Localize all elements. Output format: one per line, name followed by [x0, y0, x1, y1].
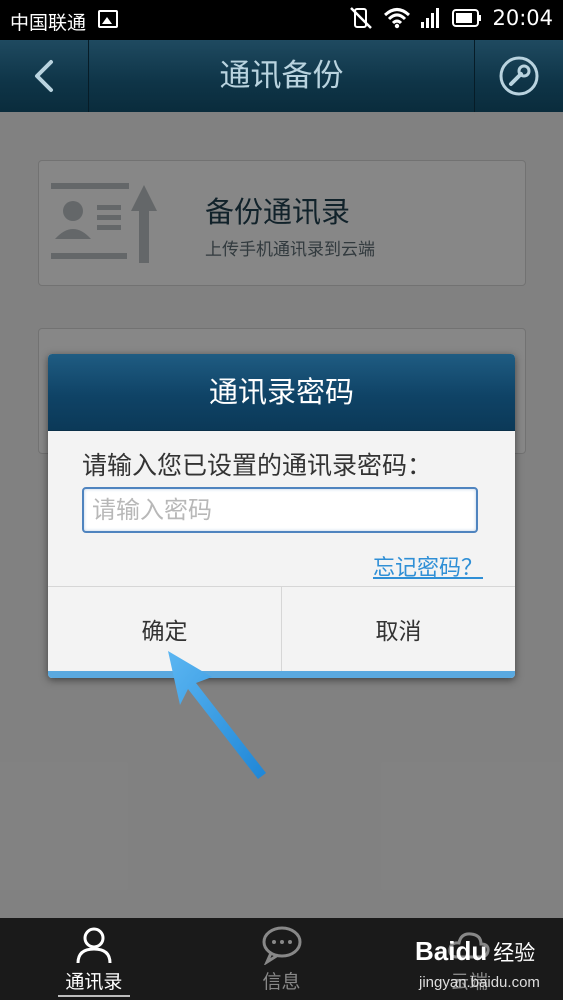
watermark-brand: Baidu 经验 — [415, 936, 535, 967]
status-bar: 中国联通 20:04 — [0, 0, 563, 40]
password-input[interactable] — [82, 487, 478, 533]
app-header: 通讯备份 — [0, 40, 563, 113]
battery-icon — [452, 9, 482, 27]
dialog-accent-bar — [48, 671, 515, 678]
page-title: 通讯备份 — [219, 58, 344, 94]
signal-icon — [421, 8, 440, 28]
watermark-brand-cn: 经验 — [493, 942, 536, 965]
dialog-title: 通讯录密码 — [48, 354, 515, 431]
carrier-name: 中国联通 — [10, 12, 87, 34]
chat-bubble-icon — [262, 926, 301, 965]
tab-label: 通讯录 — [65, 970, 123, 993]
image-notification-icon — [98, 10, 118, 28]
watermark-brand-text: Baidu — [415, 936, 488, 966]
vibrate-mute-icon — [350, 7, 373, 29]
forgot-password-link[interactable]: 忘记密码？ — [373, 550, 483, 582]
pointer-arrow-icon — [168, 651, 266, 779]
dialog-button-row: 确定 取消 — [48, 586, 515, 671]
watermark-url: jingyan.baidu.com — [419, 974, 540, 991]
wifi-icon — [384, 8, 411, 29]
tab-label: 信息 — [262, 970, 301, 993]
cancel-button[interactable]: 取消 — [281, 587, 515, 671]
tab-contacts[interactable]: 通讯录 — [0, 918, 188, 1000]
contacts-password-dialog: 通讯录密码 请输入您已设置的通讯录密码： 忘记密码？ 确定 取消 — [48, 354, 515, 678]
wrench-icon — [499, 56, 539, 96]
baidu-watermark: Baidu 经验 jingyan.baidu.com — [415, 934, 555, 996]
status-icons: 20:04 — [348, 6, 553, 30]
person-icon — [76, 927, 112, 963]
back-button[interactable] — [0, 40, 89, 112]
clock: 20:04 — [492, 6, 553, 30]
dialog-prompt: 请输入您已设置的通讯录密码： — [82, 451, 433, 480]
chevron-left-icon — [35, 60, 53, 92]
tab-messages[interactable]: 信息 — [188, 918, 376, 1000]
settings-button[interactable] — [474, 40, 563, 112]
